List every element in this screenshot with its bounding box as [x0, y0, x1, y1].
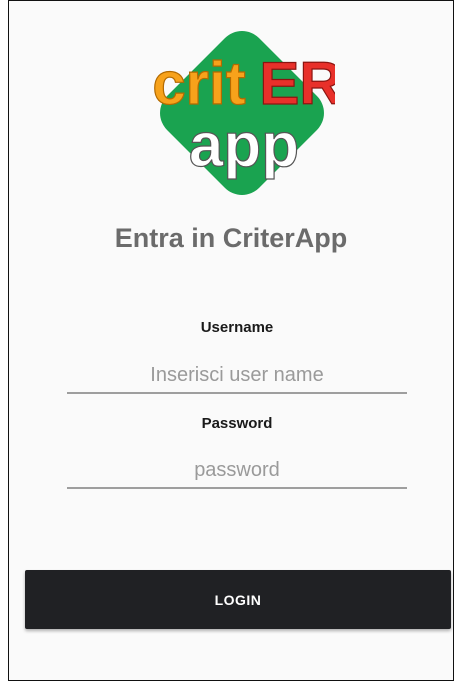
username-input[interactable]: [67, 358, 407, 394]
password-label: Password: [201, 415, 273, 432]
password-input[interactable]: [67, 453, 407, 489]
criterapp-logo-icon: crit ER app: [152, 31, 335, 195]
logo-word-crit: crit: [152, 50, 245, 117]
username-label: Username: [200, 319, 274, 336]
logo-word-er: ER: [259, 50, 335, 117]
app-screen: crit ER app Entra in CriterApp Username …: [8, 0, 454, 681]
logo-word-app: app: [189, 111, 299, 180]
login-button[interactable]: LOGIN: [25, 570, 451, 629]
criterapp-logo: crit ER app: [149, 18, 335, 208]
page-title: Entra in CriterApp: [114, 223, 348, 253]
